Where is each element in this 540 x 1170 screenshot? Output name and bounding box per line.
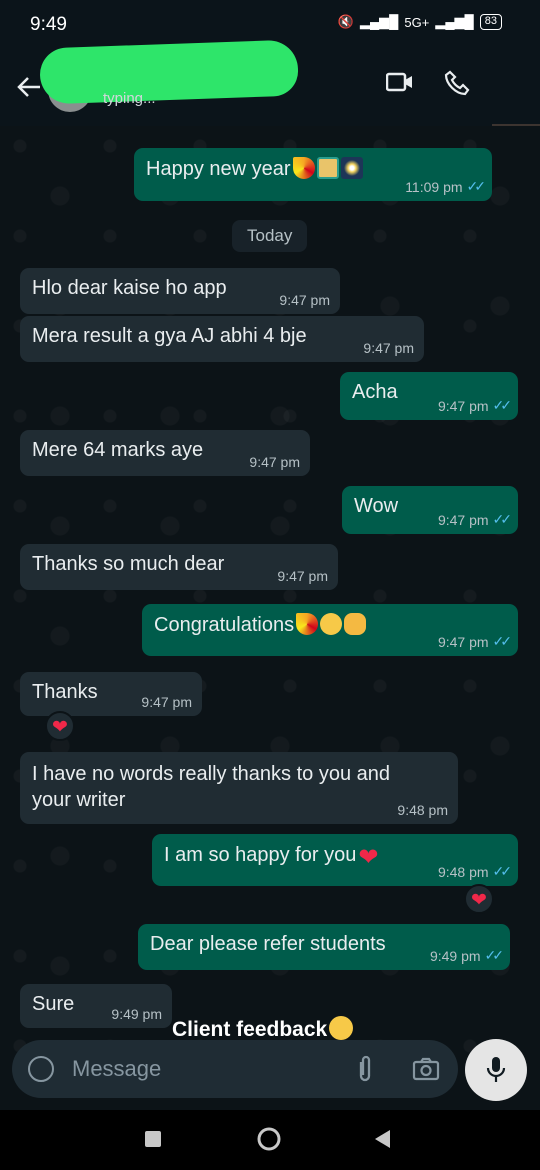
message-text: Happy new year — [146, 157, 363, 181]
fireworks-icon — [340, 157, 363, 179]
message-input[interactable]: Message — [72, 1056, 161, 1082]
message-text: Mera result a gya AJ abhi 4 bje — [32, 325, 307, 347]
message-time: 9:47 pm — [141, 694, 192, 710]
read-ticks-icon: ✓✓ — [492, 511, 513, 527]
overlay-caption: Client feedback — [172, 1016, 354, 1042]
message-outgoing[interactable]: Wow 9:47 pm ✓✓ — [342, 486, 518, 534]
party-popper-icon — [292, 157, 315, 179]
read-ticks-icon: ✓✓ — [492, 397, 513, 413]
typing-indicator: typing... — [103, 90, 156, 107]
message-time: 9:47 pm — [277, 568, 328, 584]
chat-header: typing... — [0, 39, 540, 292]
message-incoming[interactable]: Thanks so much dear 9:47 pm — [20, 544, 338, 590]
message-time: 9:47 pm — [279, 292, 330, 308]
message-outgoing[interactable]: Happy new year 11:09 pm ✓✓ — [134, 148, 492, 201]
mic-icon — [486, 1057, 506, 1082]
call-actions — [385, 70, 470, 101]
party-popper-icon — [296, 613, 319, 635]
message-text: Mere 64 marks aye — [32, 439, 204, 461]
message-time: 9:47 pm — [249, 454, 300, 470]
mic-button[interactable] — [465, 1039, 527, 1101]
gift-icon — [316, 157, 339, 179]
voice-call-icon[interactable] — [444, 70, 470, 101]
read-ticks-icon: ✓✓ — [492, 863, 513, 879]
read-ticks-icon: ✓✓ — [484, 947, 505, 963]
recents-button[interactable] — [144, 1130, 162, 1153]
back-button[interactable] — [372, 1128, 392, 1155]
home-button[interactable] — [256, 1126, 282, 1157]
message-incoming[interactable]: Thanks 9:47 pm — [20, 672, 202, 716]
message-meta: 9:47 pm ✓✓ — [437, 633, 513, 650]
message-text: I am so happy for you❤ — [164, 844, 379, 871]
message-incoming[interactable]: Mere 64 marks aye 9:47 pm — [20, 430, 310, 476]
attachment-icon[interactable] — [352, 1054, 378, 1084]
read-ticks-icon: ✓✓ — [466, 178, 487, 194]
emoji-icon[interactable] — [28, 1056, 54, 1082]
message-meta: 9:49 pm ✓✓ — [429, 947, 505, 964]
message-text: Sure — [32, 993, 75, 1015]
message-meta: 9:48 pm ✓✓ — [437, 863, 513, 880]
status-time: 9:49 — [30, 14, 67, 35]
redacted-contact-name — [39, 39, 299, 105]
message-text: Acha — [352, 381, 398, 403]
battery-icon: 83 — [479, 14, 502, 30]
message-outgoing[interactable]: Acha 9:47 pm ✓✓ — [340, 372, 518, 420]
message-text: Thanks — [32, 681, 98, 703]
network-label: 5G+ — [404, 14, 430, 30]
chat-area: Happy new year 11:09 pm ✓✓ Today Hlo dear… — [0, 126, 540, 1112]
message-outgoing[interactable]: Dear please refer students 9:49 pm ✓✓ — [138, 924, 510, 970]
heart-reaction-icon[interactable]: ❤ — [45, 711, 75, 741]
message-outgoing[interactable]: I am so happy for you❤ 9:48 pm ✓✓ — [152, 834, 518, 886]
message-incoming[interactable]: Hlo dear kaise ho app 9:47 pm — [20, 268, 340, 314]
message-incoming[interactable]: I have no words really thanks to you and… — [20, 752, 458, 824]
message-meta: 11:09 pm ✓✓ — [405, 178, 487, 195]
message-text: Wow — [354, 495, 399, 517]
message-incoming[interactable]: Sure 9:49 pm — [20, 984, 172, 1028]
message-text: I have no words really thanks to you and… — [32, 763, 390, 811]
message-incoming[interactable]: Mera result a gya AJ abhi 4 bje 9:47 pm — [20, 316, 424, 362]
camera-icon[interactable] — [412, 1056, 440, 1082]
message-text: Thanks so much dear — [32, 553, 225, 575]
message-text: Hlo dear kaise ho app — [32, 277, 227, 299]
read-ticks-icon: ✓✓ — [492, 633, 513, 649]
message-composer[interactable]: Message — [12, 1040, 458, 1098]
message-text: Congratulations — [154, 613, 367, 637]
video-call-icon[interactable] — [385, 70, 414, 101]
signal-icon: ▂▄▆█ — [435, 14, 474, 29]
day-divider: Today — [232, 220, 308, 252]
message-meta: 9:47 pm ✓✓ — [437, 511, 513, 528]
message-time: 9:47 pm — [363, 340, 414, 356]
partying-face-icon — [320, 613, 343, 635]
status-icons: 🔇 ▂▄▆█ 5G+ ▂▄▆█ 83 — [338, 14, 502, 30]
signal-icon: ▂▄▆█ — [359, 14, 399, 29]
message-time: 9:49 pm — [111, 1006, 162, 1022]
heart-icon: ❤ — [358, 844, 379, 871]
message-meta: 9:47 pm ✓✓ — [437, 397, 513, 414]
message-outgoing[interactable]: Congratulations 9:47 pm ✓✓ — [142, 604, 518, 656]
mute-icon: 🔇 — [337, 14, 354, 29]
message-time: 9:48 pm — [397, 802, 448, 818]
heart-reaction-icon[interactable]: ❤ — [464, 884, 494, 914]
star-struck-face-icon — [329, 1016, 354, 1040]
message-text: Dear please refer students — [150, 933, 386, 955]
clapping-hands-icon — [344, 613, 367, 635]
system-nav-bar — [0, 1110, 540, 1170]
